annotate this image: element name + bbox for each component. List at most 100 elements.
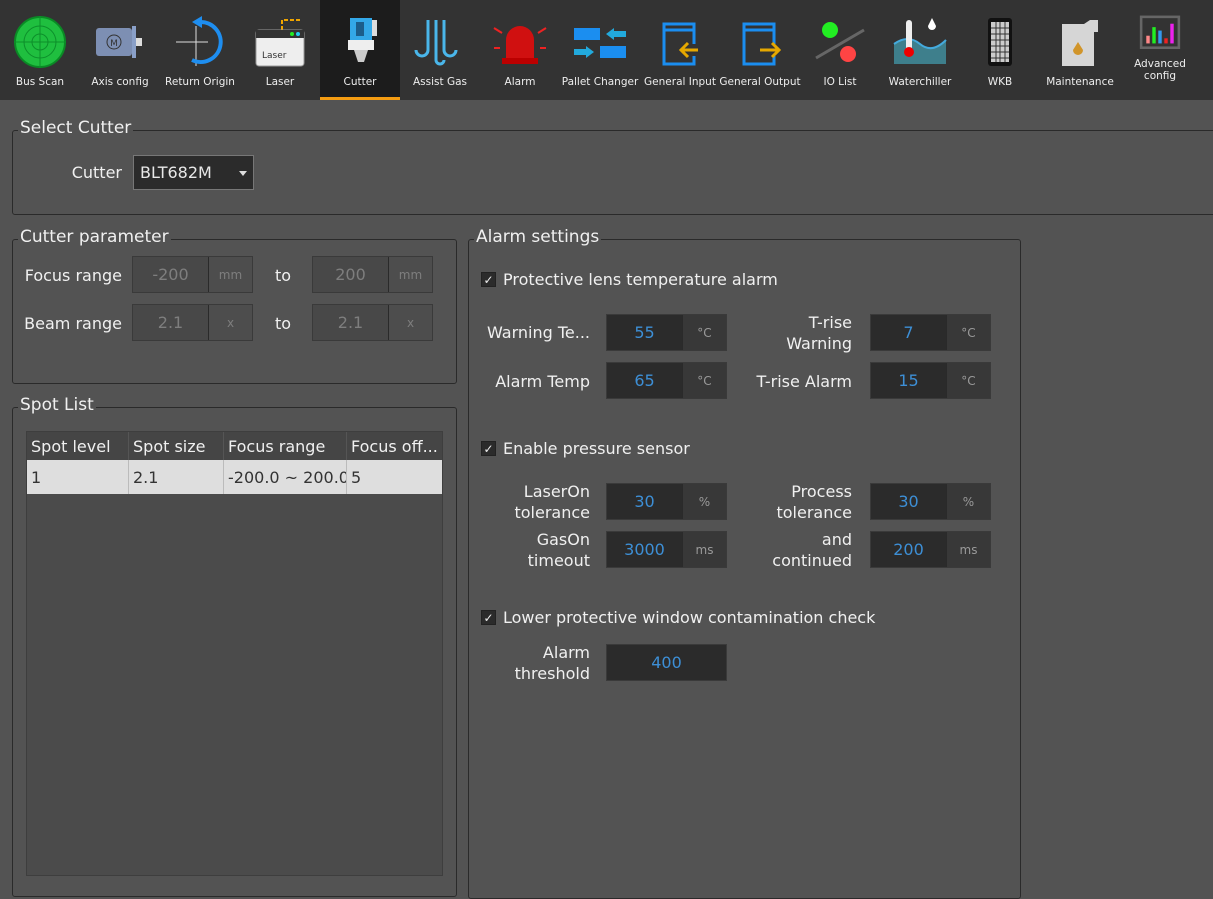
value[interactable]: 3000: [607, 532, 682, 567]
tab-axis-config[interactable]: M Axis config: [80, 0, 160, 100]
alarm-threshold-label: Alarm threshold: [480, 642, 590, 684]
bar-chart-icon: [1139, 15, 1181, 49]
tab-pallet-changer[interactable]: Pallet Changer: [560, 0, 640, 100]
tab-cutter[interactable]: Cutter: [320, 0, 400, 100]
cell: -200.0 ~ 200.0: [224, 460, 347, 494]
tab-label: Axis config: [91, 76, 149, 88]
tab-label: General Output: [719, 76, 801, 88]
label-line: LaserOn: [523, 482, 590, 501]
tab-io-list[interactable]: IO List: [800, 0, 880, 100]
siren-icon: [493, 26, 547, 64]
svg-text:Laser: Laser: [262, 51, 287, 61]
value[interactable]: 400: [607, 645, 726, 680]
cell: 5: [351, 467, 362, 487]
tab-label: IO List: [823, 76, 857, 88]
tab-assist-gas[interactable]: Assist Gas: [400, 0, 480, 100]
tab-label: Advanced config: [1134, 58, 1186, 82]
label-line: tolerance: [514, 503, 590, 522]
tab-general-output[interactable]: General Output: [719, 0, 801, 100]
tab-general-input[interactable]: General Input: [640, 0, 720, 100]
unit: %: [682, 484, 726, 519]
spot-table[interactable]: Spot level Spot size Focus range Focus o…: [26, 431, 443, 876]
continued-field[interactable]: 200 ms: [870, 531, 991, 568]
column-header[interactable]: Spot level: [27, 432, 129, 460]
tab-maintenance[interactable]: Maintenance: [1040, 0, 1120, 100]
focus-from-field[interactable]: -200 mm: [132, 256, 253, 293]
input-icon: [662, 22, 698, 66]
alarm-temp-label: Alarm Temp: [495, 372, 590, 391]
pressure-sensor-checkbox[interactable]: ✓ Enable pressure sensor: [481, 439, 690, 458]
cutter-select[interactable]: BLT682M: [133, 155, 254, 190]
checkbox-checked-icon[interactable]: ✓: [481, 272, 496, 287]
column-header[interactable]: Focus off...: [347, 432, 442, 460]
value[interactable]: 55: [607, 315, 682, 350]
value[interactable]: 200: [313, 257, 388, 292]
checkbox-checked-icon[interactable]: ✓: [481, 610, 496, 625]
checkbox-label: Lower protective window contamination ch…: [503, 608, 876, 627]
tab-label: Return Origin: [165, 76, 235, 88]
tab-alarm[interactable]: Alarm: [480, 0, 560, 100]
value[interactable]: 15: [871, 363, 946, 398]
column-header[interactable]: Focus range: [224, 432, 347, 460]
trise-warning-field[interactable]: 7 °C: [870, 314, 991, 351]
pallet-icon: [574, 28, 626, 58]
value[interactable]: 2.1: [133, 305, 208, 340]
beam-from-field[interactable]: 2.1 x: [132, 304, 253, 341]
gason-timeout-field[interactable]: 3000 ms: [606, 531, 727, 568]
trise-alarm-field[interactable]: 15 °C: [870, 362, 991, 399]
table-row[interactable]: 1 2.1 -200.0 ~ 200.0 5: [27, 460, 442, 494]
warning-temp-field[interactable]: 55 °C: [606, 314, 727, 351]
value[interactable]: 65: [607, 363, 682, 398]
toolbar: Bus Scan M Axis config Return Origin Lase…: [0, 0, 1213, 100]
value[interactable]: 200: [871, 532, 946, 567]
tab-return-origin[interactable]: Return Origin: [160, 0, 240, 100]
tab-bus-scan[interactable]: Bus Scan: [0, 0, 80, 100]
label-line: timeout: [527, 551, 590, 570]
value[interactable]: 2.1: [313, 305, 388, 340]
tab-waterchiller[interactable]: Waterchiller: [880, 0, 960, 100]
value[interactable]: 7: [871, 315, 946, 350]
laseron-tolerance-label: LaserOn tolerance: [480, 481, 590, 523]
svg-text:M: M: [110, 39, 118, 49]
laseron-tolerance-field[interactable]: 30%: [606, 483, 727, 520]
tab-wkb[interactable]: WKB: [960, 0, 1040, 100]
motor-icon: M: [96, 26, 142, 58]
trise-alarm-label: T-rise Alarm: [756, 372, 852, 391]
label-line: Process: [791, 482, 852, 501]
checkbox-checked-icon[interactable]: ✓: [481, 441, 496, 456]
group-title: Spot List: [18, 395, 96, 415]
alarm-threshold-field[interactable]: 400: [606, 644, 727, 681]
unit: °C: [946, 315, 990, 350]
lens-temp-alarm-checkbox[interactable]: ✓ Protective lens temperature alarm: [481, 270, 778, 289]
tab-advanced-config[interactable]: Advanced config: [1120, 0, 1200, 100]
cell: 2.1: [129, 460, 224, 494]
chevron-down-icon: [239, 171, 247, 176]
tab-label: General Input: [644, 76, 716, 88]
tab-label: Laser: [265, 76, 295, 88]
value[interactable]: -200: [133, 257, 208, 292]
value[interactable]: 30: [871, 484, 946, 519]
value[interactable]: 30: [607, 484, 682, 519]
tab-label: Cutter: [343, 76, 377, 88]
warning-temp-label: Warning Te...: [486, 323, 590, 342]
beam-to-field[interactable]: 2.1 x: [312, 304, 433, 341]
tab-laser[interactable]: Laser Laser: [240, 0, 320, 100]
label-line: and: [821, 530, 852, 549]
tab-label: Assist Gas: [412, 76, 467, 88]
to-label: to: [275, 266, 292, 285]
label-line: tolerance: [776, 503, 852, 522]
focus-to-field[interactable]: 200 mm: [312, 256, 433, 293]
label-line: GasOn: [536, 530, 590, 549]
window-contamination-checkbox[interactable]: ✓ Lower protective window contamination c…: [481, 608, 875, 627]
unit: ms: [682, 532, 726, 567]
process-tolerance-field[interactable]: 30%: [870, 483, 991, 520]
column-header[interactable]: Spot size: [129, 432, 224, 460]
alarm-temp-field[interactable]: 65 °C: [606, 362, 727, 399]
laser-icon: Laser: [255, 19, 305, 67]
unit: ms: [946, 532, 990, 567]
beam-range-label: Beam range: [24, 314, 122, 333]
keypad-icon: [988, 18, 1012, 66]
cutter-value: BLT682M: [140, 163, 212, 182]
label-line: Alarm: [542, 643, 590, 662]
cutter-label: Cutter: [71, 163, 122, 182]
